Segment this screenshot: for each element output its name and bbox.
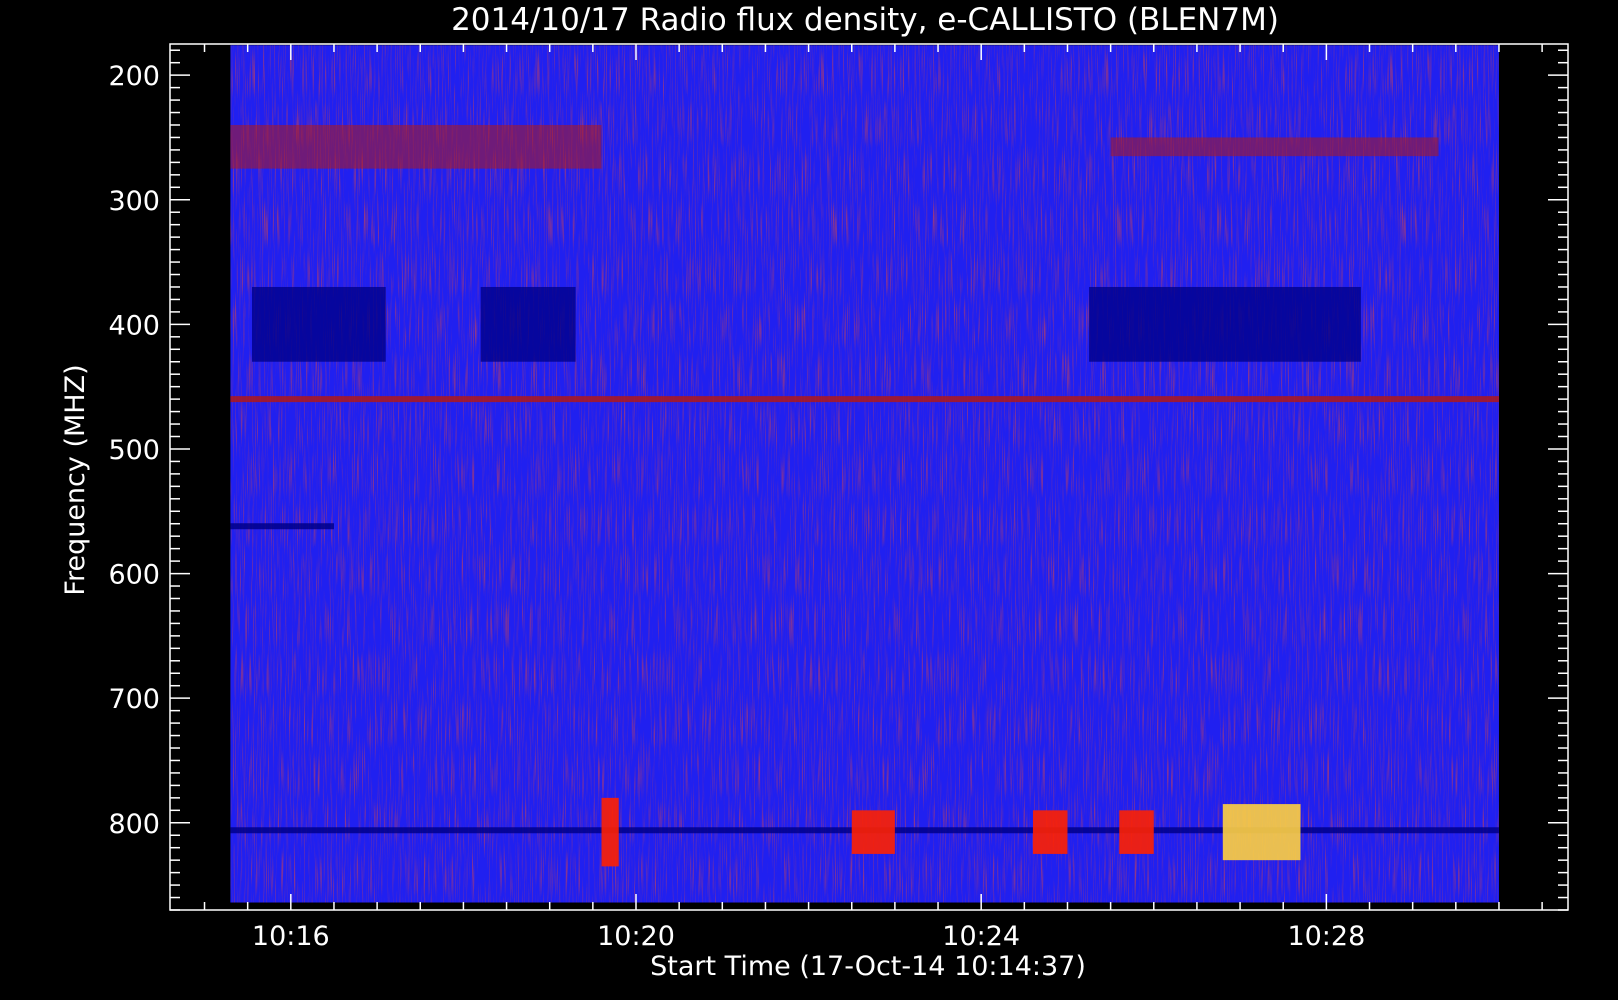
y-tick-label: 800 [108, 809, 160, 840]
chart-title: 2014/10/17 Radio flux density, e-CALLIST… [451, 2, 1279, 38]
spectrogram-burst-9 [1222, 804, 1301, 861]
x-axis-label: Start Time (17-Oct-14 10:14:37) [650, 951, 1086, 982]
y-tick-label: 700 [108, 684, 160, 715]
y-tick-label: 600 [108, 560, 160, 591]
spectrogram-figure: 10:16 10:20 10:24 10:28 200 300 400 500 600 700 8… [0, 0, 1618, 1000]
x-tick-label: 10:16 [252, 921, 330, 952]
y-tick-label: 200 [108, 61, 160, 92]
spectrogram-block-4 [1089, 286, 1361, 362]
y-tick-label: 300 [108, 186, 160, 217]
spectrogram-burst-8 [601, 797, 619, 867]
y-tick-label: 500 [108, 435, 160, 466]
spectrogram-plot-area [230, 45, 1499, 903]
spectrogram-chart: 10:16 10:20 10:24 10:28 200 300 400 500 600 700 8… [60, 2, 1569, 982]
spectrogram-burst-10 [1119, 810, 1154, 854]
x-tick-label: 10:20 [597, 921, 675, 952]
y-axis-label: Frequency (MHZ) [60, 364, 91, 595]
y-tick-label: 400 [108, 310, 160, 341]
spectrogram-burst-12 [1032, 810, 1068, 854]
x-tick-label: 10:24 [942, 921, 1020, 952]
spectrogram-line-460mhz [230, 396, 1499, 403]
spectrogram-noise-texture [230, 45, 1499, 903]
spectrogram-line-562mhz [230, 523, 334, 530]
spectrogram-block-3 [480, 286, 576, 362]
spectrogram-burst-11 [851, 810, 895, 854]
spectrogram-band-1 [1110, 137, 1439, 157]
spectrogram-band-0 [230, 124, 602, 169]
x-tick-label: 10:28 [1287, 921, 1365, 952]
spectrogram-block-2 [251, 286, 386, 362]
